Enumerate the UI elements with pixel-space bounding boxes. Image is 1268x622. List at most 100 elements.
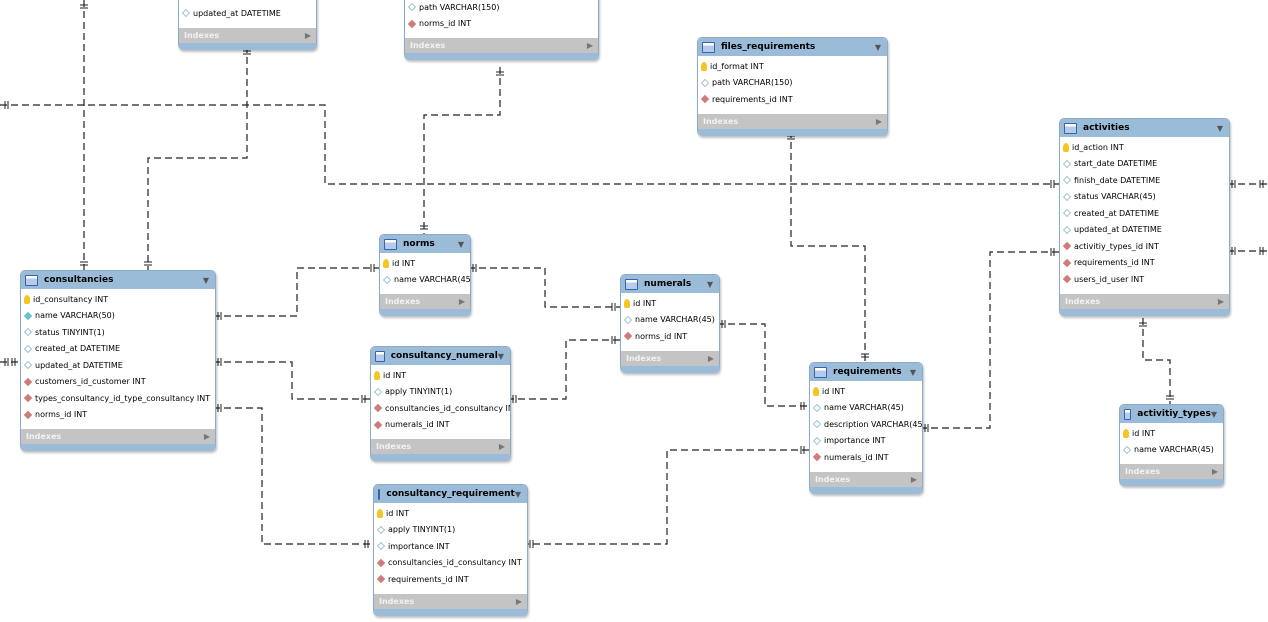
table-activities[interactable]: activities ▼ id_action INT start_date DATET…	[1059, 118, 1230, 316]
column-row[interactable]: id_consultancy INT	[21, 291, 215, 308]
column-row[interactable]: importance INT	[810, 433, 922, 450]
column-row[interactable]: id_format INT	[698, 58, 887, 75]
table-header[interactable]: consultancy_numeral ▼	[371, 347, 510, 365]
collapse-arrow-icon[interactable]: ▼	[707, 280, 713, 289]
relationship-line[interactable]	[508, 339, 620, 400]
table-consultancy-requirement[interactable]: consultancy_requirement ▼id INT apply TINY…	[373, 484, 528, 616]
column-row[interactable]: name VARCHAR(45)	[621, 312, 719, 329]
column-row[interactable]: norms_id INT	[621, 328, 719, 345]
collapse-arrow-icon[interactable]: ▼	[1211, 410, 1217, 419]
column-row[interactable]: start_date DATETIME	[1060, 156, 1229, 173]
column-row[interactable]: status TINYINT(1)	[21, 324, 215, 341]
collapse-arrow-icon[interactable]: ▼	[458, 240, 464, 249]
table-activitiy-types[interactable]: activitiy_types ▼id INT name VARCHAR(45) In…	[1119, 404, 1224, 486]
column-row[interactable]: status VARCHAR(45)	[1060, 189, 1229, 206]
collapse-arrow-icon[interactable]: ▼	[910, 368, 916, 377]
column-row[interactable]: consultancies_id_consultancy INT	[371, 400, 510, 417]
expand-arrow-icon[interactable]: ▶	[587, 41, 593, 50]
relationship-line[interactable]	[717, 323, 809, 407]
indexes-section[interactable]: Indexes ▶	[374, 593, 527, 609]
table-norms[interactable]: norms ▼ id INT name VARCHAR(45) Indexes ▶	[379, 234, 471, 316]
column-row[interactable]: id INT	[380, 255, 470, 272]
column-row[interactable]: updated_at DATETIME	[179, 5, 316, 22]
column-row[interactable]: id INT	[374, 505, 527, 522]
expand-arrow-icon[interactable]: ▶	[911, 475, 917, 484]
table-consultancy-numeral[interactable]: consultancy_numeral ▼id INT apply TINYINT(…	[370, 346, 511, 461]
collapse-arrow-icon[interactable]: ▼	[498, 352, 504, 361]
column-row[interactable]: requirements_id INT	[374, 571, 527, 588]
column-row[interactable]: finish_date DATETIME	[1060, 172, 1229, 189]
column-row[interactable]: id INT	[810, 383, 922, 400]
column-row[interactable]: apply TINYINT(1)	[374, 522, 527, 539]
relationship-line[interactable]	[525, 449, 809, 545]
column-row[interactable]: types_consultancy_id_type_consultancy IN…	[21, 390, 215, 407]
expand-arrow-icon[interactable]: ▶	[204, 432, 210, 441]
table-numerals[interactable]: numerals ▼ id INT name VARCHAR(45) norms_id …	[620, 274, 720, 373]
column-row[interactable]: id INT	[1120, 425, 1223, 442]
column-row[interactable]: created_at DATETIME	[21, 341, 215, 358]
column-row[interactable]: path VARCHAR(150)	[698, 75, 887, 92]
table-header[interactable]: numerals ▼	[621, 275, 719, 293]
relationship-line[interactable]	[920, 251, 1059, 429]
indexes-section[interactable]: Indexes ▶	[1120, 464, 1223, 479]
relationship-line[interactable]	[1142, 318, 1171, 404]
indexes-section[interactable]: Indexes ▶	[179, 27, 316, 43]
column-row[interactable]: id_action INT	[1060, 139, 1229, 156]
column-row[interactable]: norms_id INT	[405, 16, 598, 33]
expand-arrow-icon[interactable]: ▶	[516, 597, 522, 606]
expand-arrow-icon[interactable]: ▶	[1218, 297, 1224, 306]
column-row[interactable]: users_id_user INT	[1060, 271, 1229, 288]
column-row[interactable]: numerals_id INT	[371, 417, 510, 434]
indexes-section[interactable]: Indexes ▶	[698, 113, 887, 129]
column-row[interactable]: name VARCHAR(45)	[810, 400, 922, 417]
collapse-arrow-icon[interactable]: ▼	[203, 276, 209, 285]
relationship-line[interactable]	[213, 267, 379, 317]
relationship-line[interactable]	[790, 131, 866, 362]
indexes-section[interactable]: Indexes ▶	[1060, 293, 1229, 309]
column-row[interactable]: id INT	[621, 295, 719, 312]
indexes-section[interactable]: Indexes ▶	[405, 38, 598, 53]
expand-arrow-icon[interactable]: ▶	[499, 442, 505, 451]
table-header[interactable]: files_requirements ▼	[698, 38, 887, 56]
indexes-section[interactable]: Indexes ▶	[810, 471, 922, 487]
relationship-line[interactable]	[468, 267, 620, 308]
table-header[interactable]: requirements ▼	[810, 363, 922, 381]
indexes-section[interactable]: Indexes ▶	[21, 429, 215, 444]
column-row[interactable]: description VARCHAR(45)	[810, 416, 922, 433]
indexes-section[interactable]: Indexes ▶	[621, 350, 719, 366]
table-header[interactable]: consultancy_requirement ▼	[374, 485, 527, 503]
column-row[interactable]: name VARCHAR(45)	[380, 272, 470, 289]
table-partial-mid[interactable]: path VARCHAR(150) norms_id INT Indexes ▶	[404, 0, 599, 60]
table-header[interactable]: activities ▼	[1060, 119, 1229, 137]
relationship-line[interactable]	[213, 407, 373, 545]
expand-arrow-icon[interactable]: ▶	[305, 31, 311, 40]
column-row[interactable]: path VARCHAR(150)	[405, 0, 598, 16]
column-row[interactable]: apply TINYINT(1)	[371, 384, 510, 401]
column-row[interactable]: numerals_id INT	[810, 449, 922, 466]
relationship-line[interactable]	[0, 104, 1059, 185]
column-row[interactable]: consultancies_id_consultancy INT	[374, 555, 527, 572]
table-requirements[interactable]: requirements ▼ id INT name VARCHAR(45) descr…	[809, 362, 923, 494]
column-row[interactable]: updated_at DATETIME	[21, 357, 215, 374]
column-row[interactable]: requirements_id INT	[1060, 255, 1229, 272]
relationship-line[interactable]	[147, 46, 248, 270]
indexes-section[interactable]: Indexes ▶	[380, 294, 470, 309]
expand-arrow-icon[interactable]: ▶	[1212, 467, 1218, 476]
expand-arrow-icon[interactable]: ▶	[459, 297, 465, 306]
expand-arrow-icon[interactable]: ▶	[876, 117, 882, 126]
column-row[interactable]: updated_at DATETIME	[1060, 222, 1229, 239]
collapse-arrow-icon[interactable]: ▼	[515, 490, 521, 499]
relationship-line[interactable]	[213, 361, 370, 400]
table-files-requirements[interactable]: files_requirements ▼ id_format INT path VAR…	[697, 37, 888, 136]
column-row[interactable]: activitiy_types_id INT	[1060, 238, 1229, 255]
column-row[interactable]: id INT	[371, 367, 510, 384]
column-row[interactable]: name VARCHAR(45)	[1120, 442, 1223, 459]
table-partial-left[interactable]: updated_at DATETIME Indexes ▶	[178, 0, 317, 50]
collapse-arrow-icon[interactable]: ▼	[1217, 124, 1223, 133]
table-header[interactable]: norms ▼	[380, 235, 470, 253]
column-row[interactable]: requirements_id INT	[698, 91, 887, 108]
indexes-section[interactable]: Indexes ▶	[371, 439, 510, 454]
column-row[interactable]: norms_id INT	[21, 407, 215, 424]
table-header[interactable]: consultancies ▼	[21, 271, 215, 289]
table-header[interactable]: activitiy_types ▼	[1120, 405, 1223, 423]
